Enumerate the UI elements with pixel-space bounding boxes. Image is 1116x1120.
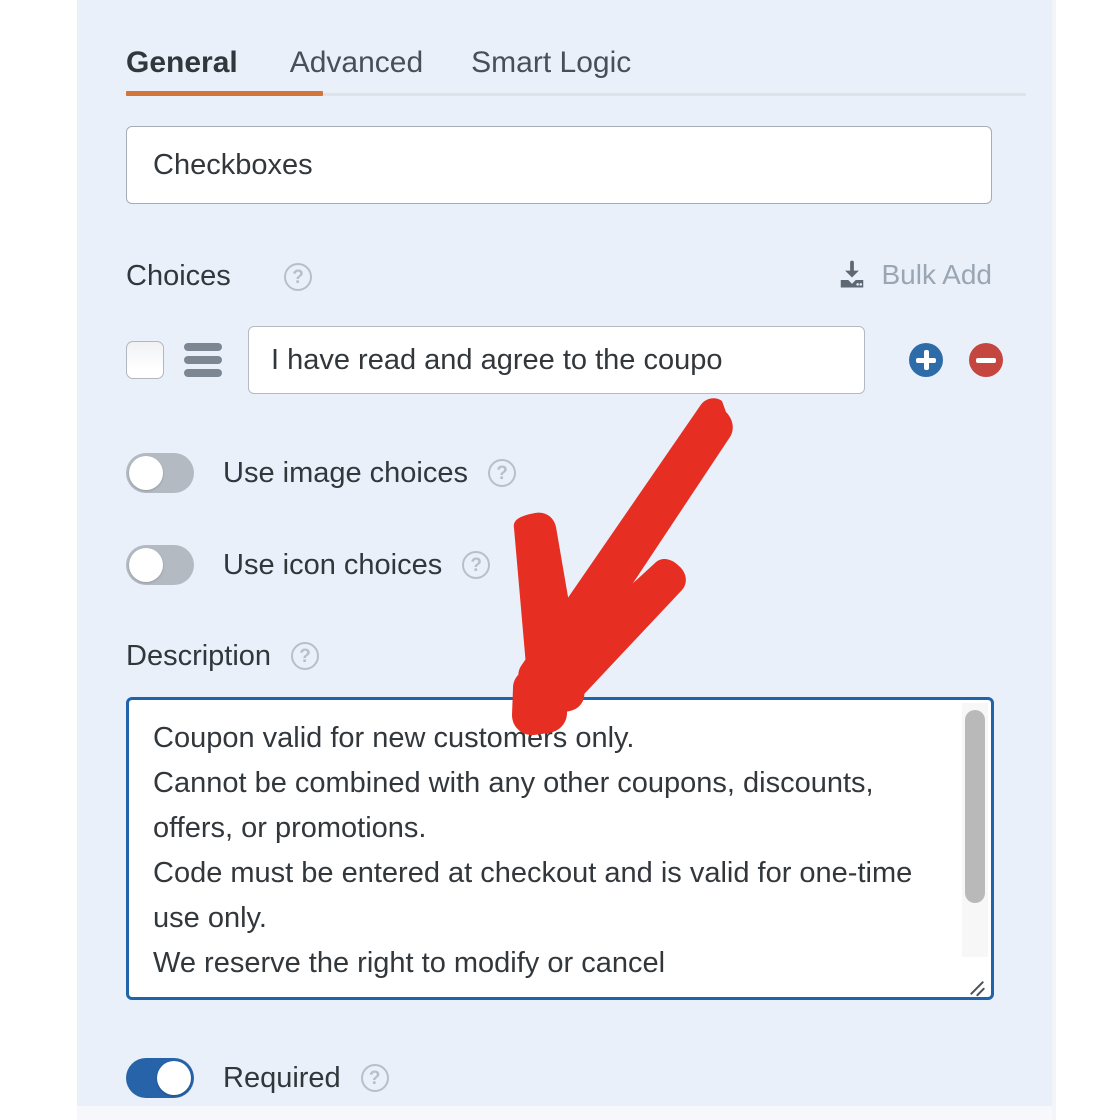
toggle-use-icon-choices[interactable] xyxy=(126,545,194,585)
tab-smart-logic[interactable]: Smart Logic xyxy=(447,46,655,80)
resize-grip-icon[interactable] xyxy=(963,969,989,997)
toggle-use-image-choices[interactable] xyxy=(126,453,194,493)
panel-right-edge xyxy=(1052,0,1056,1120)
tab-smart-logic-label: Smart Logic xyxy=(471,46,632,79)
description-textarea-value: Coupon valid for new customers only. Can… xyxy=(153,722,913,979)
option-label-required: Required xyxy=(223,1062,341,1094)
bulk-add-label: Bulk Add xyxy=(881,259,992,290)
description-scrollbar-thumb[interactable] xyxy=(965,710,985,903)
help-circle-icon-use-image-choices[interactable]: ? xyxy=(488,459,516,487)
settings-panel-screenshot: General Advanced Smart Logic Checkboxes … xyxy=(0,0,1116,1120)
option-label-use-icon-choices: Use icon choices xyxy=(223,549,443,581)
description-label: Description xyxy=(126,640,272,672)
panel-bottom-strip xyxy=(77,1106,1052,1120)
import-download-icon xyxy=(841,260,864,288)
choices-heading-text: Choices xyxy=(126,260,231,292)
tab-active-indicator xyxy=(126,91,323,96)
minus-circle-icon[interactable] xyxy=(969,343,1003,377)
description-textarea[interactable]: Coupon valid for new customers only. Can… xyxy=(126,697,994,1000)
field-options-tabs: General Advanced Smart Logic xyxy=(126,18,1026,98)
option-row-use-icon-choices: Use icon choices ? xyxy=(126,542,491,588)
choices-heading: Choices xyxy=(126,256,231,296)
description-header: Description ? xyxy=(126,637,320,675)
choice-row: I have read and agree to the coupo xyxy=(126,325,1003,395)
field-label-input[interactable]: Checkboxes xyxy=(126,126,992,204)
choice-default-checkbox[interactable] xyxy=(126,341,164,379)
toggle-required[interactable] xyxy=(126,1058,194,1098)
choice-label-value: I have read and agree to the coupo xyxy=(271,343,723,376)
field-label-value: Checkboxes xyxy=(153,148,313,181)
toggle-knob xyxy=(129,548,163,582)
choices-header: Choices ? Bulk Add xyxy=(126,256,992,298)
option-row-required: Required ? xyxy=(126,1055,389,1101)
option-label-use-image-choices: Use image choices xyxy=(223,457,468,489)
option-row-use-image-choices: Use image choices ? xyxy=(126,450,516,496)
tab-general[interactable]: General xyxy=(126,46,266,80)
choice-label-input[interactable]: I have read and agree to the coupo xyxy=(248,326,865,394)
tab-advanced[interactable]: Advanced xyxy=(266,46,447,80)
bulk-add-button[interactable]: Bulk Add xyxy=(837,258,992,292)
toggle-knob xyxy=(157,1061,191,1095)
help-circle-icon-choices[interactable]: ? xyxy=(284,263,312,291)
help-circle-icon-required[interactable]: ? xyxy=(360,1064,389,1092)
tab-general-label: General xyxy=(126,46,238,79)
tab-advanced-label: Advanced xyxy=(289,46,424,79)
drag-handle-icon[interactable] xyxy=(184,343,222,377)
toggle-knob xyxy=(129,456,163,490)
help-circle-icon-description[interactable]: ? xyxy=(291,642,320,670)
help-circle-icon-use-icon-choices[interactable]: ? xyxy=(462,551,491,579)
plus-circle-icon[interactable] xyxy=(909,343,943,377)
